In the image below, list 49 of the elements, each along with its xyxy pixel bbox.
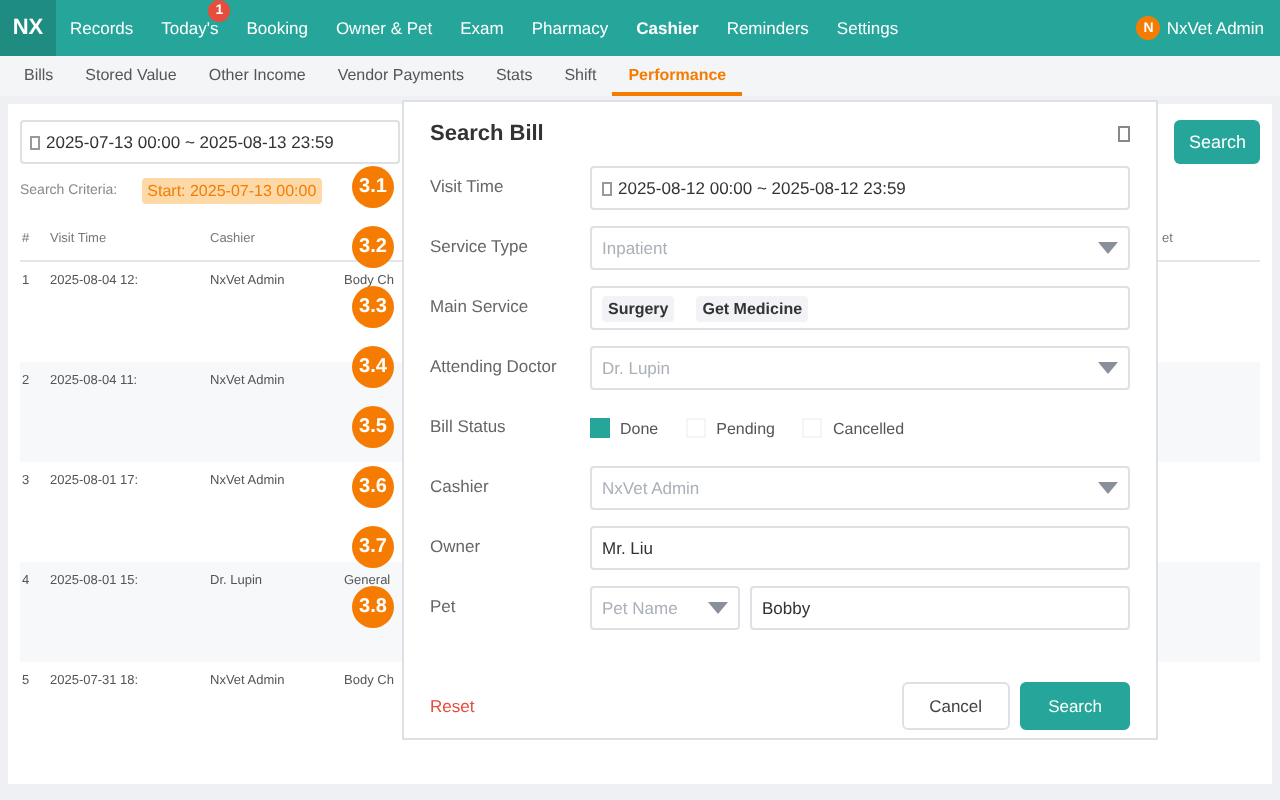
nav-tab[interactable]: Pharmacy — [517, 0, 623, 56]
caret-icon — [1098, 482, 1118, 494]
sub-tab[interactable]: Stats — [479, 56, 549, 96]
search-button[interactable]: Search — [1020, 682, 1130, 730]
dialog-title: Search Bill — [430, 122, 544, 146]
nav-tab[interactable]: Records — [56, 0, 148, 56]
nav-tab[interactable]: Booking — [232, 0, 322, 56]
criteria-tag[interactable]: Start: 2025-07-13 00:00 — [141, 177, 323, 203]
caret-icon — [1098, 242, 1118, 254]
select-field[interactable]: Dr. Lupin — [590, 346, 1130, 390]
nav-tab[interactable]: Cashier — [622, 0, 713, 56]
sub-tab[interactable]: Other Income — [192, 56, 322, 96]
field-label: Bill Status — [430, 414, 508, 436]
nav-tab[interactable]: Reminders — [712, 0, 823, 56]
field-label: Main Service — [430, 294, 531, 316]
select-field[interactable]: Inpatient — [590, 226, 1130, 270]
date-range-field[interactable]: 2025-08-12 00:00 ~ 2025-08-12 23:59 — [590, 166, 1130, 210]
select-field[interactable]: NxVet Admin — [590, 466, 1130, 510]
app-logo[interactable]: NX — [0, 0, 56, 56]
input-field[interactable]: Bobby — [750, 586, 1130, 630]
field-label: Service Type — [430, 234, 530, 256]
sub-tab[interactable]: Bills — [8, 56, 70, 96]
field-label: Visit Time — [430, 174, 506, 196]
caret-icon — [708, 602, 728, 614]
checkbox-label[interactable]: Pending — [716, 419, 775, 437]
sub-tab[interactable]: Stored Value — [69, 56, 193, 96]
sub-tab[interactable]: Shift — [548, 56, 613, 96]
user-name[interactable]: NxVet Admin — [1166, 18, 1264, 38]
sub-tab[interactable]: Vendor Payments — [321, 56, 480, 96]
date-range-field[interactable]: 2025-07-13 00:00 ~ 2025-08-13 23:59 — [20, 120, 400, 164]
nav-tab[interactable]: Exam — [446, 0, 518, 56]
nav-tab[interactable]: Settings — [822, 0, 913, 56]
multi-select-field[interactable]: Surgery Get Medicine — [590, 286, 1130, 330]
field-label: Attending Doctor — [430, 354, 559, 376]
nav-tab[interactable]: Owner & Pet — [321, 0, 447, 56]
caret-icon — [1098, 362, 1118, 374]
search-button[interactable]: Search — [1174, 120, 1260, 164]
checkbox[interactable] — [590, 418, 610, 438]
field-label: Pet — [430, 594, 458, 616]
selected-tag[interactable]: Surgery — [602, 295, 675, 321]
input-field[interactable]: Mr. Liu — [590, 526, 1130, 570]
selected-tag[interactable]: Get Medicine — [696, 295, 809, 321]
field-label: Cashier — [430, 474, 491, 496]
reset-link[interactable]: Reset — [430, 696, 902, 716]
checkbox-label[interactable]: Done — [620, 419, 659, 437]
field-label: Owner — [430, 534, 483, 556]
select-field[interactable]: Pet Name — [590, 586, 740, 630]
cancel-button[interactable]: Cancel — [901, 682, 1011, 730]
checkbox-label[interactable]: Cancelled — [832, 419, 905, 437]
